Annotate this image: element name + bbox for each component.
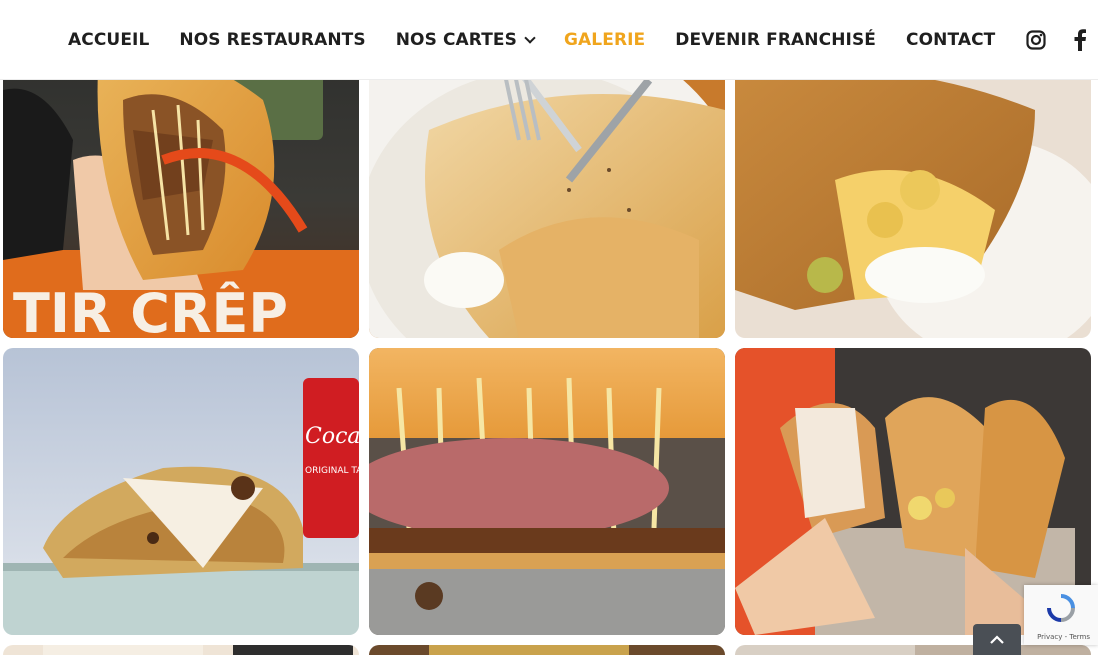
nav-item-nos-cartes[interactable]: NOS CARTES [395, 30, 536, 50]
main-navigation: ACCUEIL NOS RESTAURANTS NOS CARTES GALER… [68, 0, 1098, 80]
cola-can-subtext: ORIGINAL TASTE [305, 466, 359, 476]
photo-gallery: TIR CRÊP Coca ORIGINAL T [0, 0, 1098, 655]
nav-item-accueil[interactable]: ACCUEIL [68, 30, 149, 50]
partial-photo-image [735, 645, 1091, 655]
gallery-photo-7[interactable] [3, 645, 359, 655]
melted-cheese-crepe-image [369, 348, 725, 635]
gallery-photo-8[interactable] [369, 645, 725, 655]
nav-item-devenir-franchise[interactable]: DEVENIR FRANCHISÉ [675, 30, 876, 50]
recaptcha-icon [1047, 594, 1075, 622]
nav-item-contact[interactable]: CONTACT [906, 30, 995, 50]
back-to-top-button[interactable] [973, 624, 1021, 655]
gallery-photo-5[interactable] [369, 348, 725, 635]
gallery-photo-9[interactable] [735, 645, 1091, 655]
crepe-with-cola-image: Coca-Cola ORIGINAL TASTE [3, 348, 359, 635]
nav-item-galerie[interactable]: GALERIE [564, 30, 645, 50]
nav-item-nos-restaurants[interactable]: NOS RESTAURANTS [179, 30, 365, 50]
nav-label: CONTACT [906, 30, 996, 50]
instagram-icon[interactable] [1025, 29, 1047, 51]
shop-sign-text: TIR CRÊP [13, 282, 288, 338]
gallery-photo-4[interactable]: Coca-Cola ORIGINAL TASTE [3, 348, 359, 635]
recaptcha-badge[interactable]: Privacy - Terms [1024, 585, 1098, 645]
partial-photo-image [3, 645, 359, 655]
chevron-down-icon [524, 31, 536, 44]
facebook-icon[interactable] [1069, 29, 1091, 51]
nav-label: NOS RESTAURANTS [179, 30, 366, 50]
cola-can-text: Coca-Cola [305, 424, 359, 449]
site-header: ACCUEIL NOS RESTAURANTS NOS CARTES GALER… [0, 0, 1098, 80]
page: TIR CRÊP Coca ORIGINAL T ACCUEIL NOS RES… [0, 0, 1098, 655]
partial-photo-image [369, 645, 725, 655]
nav-label: NOS CARTES [395, 30, 517, 50]
nav-label: ACCUEIL [68, 30, 150, 50]
chevron-up-icon [990, 634, 1004, 644]
nav-label: DEVENIR FRANCHISÉ [675, 30, 877, 50]
social-links [1025, 29, 1098, 51]
nav-label: GALERIE [563, 30, 646, 50]
recaptcha-text[interactable]: Privacy - Terms [1037, 633, 1090, 641]
